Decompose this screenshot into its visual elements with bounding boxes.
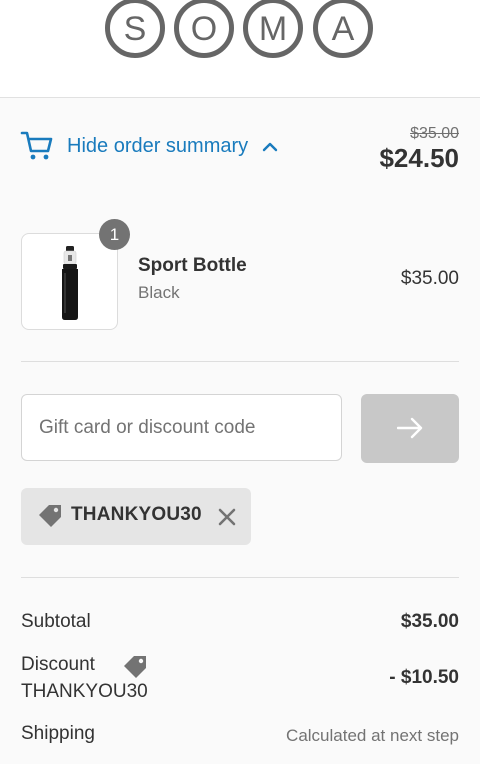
close-icon[interactable] xyxy=(217,507,237,527)
tag-icon xyxy=(39,505,61,527)
subtotal-label: Subtotal xyxy=(21,611,91,632)
subtotal-value: $35.00 xyxy=(400,611,459,632)
chevron-up-icon xyxy=(262,142,278,152)
site-header: S O M A xyxy=(0,0,480,98)
order-summary-panel: 1 Sport Bottle Black $35.00 THANKYOU30 S… xyxy=(0,201,480,764)
discount-label: Discount xyxy=(21,654,95,675)
arrow-right-icon xyxy=(397,417,423,439)
cart-icon xyxy=(20,131,53,160)
logo-letter-m: M xyxy=(259,10,287,48)
shipping-value: Calculated at next step xyxy=(286,726,459,745)
divider xyxy=(21,577,459,578)
logo-letter-a: A xyxy=(332,10,355,48)
tag-icon xyxy=(124,656,146,678)
original-price: $35.00 xyxy=(410,125,459,142)
product-thumbnail xyxy=(21,233,118,330)
order-summary-toggle[interactable]: Hide order summary $35.00 $24.50 xyxy=(0,98,480,202)
product-price: $35.00 xyxy=(400,268,459,289)
logo-letter-o: O xyxy=(191,10,217,48)
quantity-badge: 1 xyxy=(99,219,130,250)
shipping-label: Shipping xyxy=(21,723,95,744)
discount-value: - $10.50 xyxy=(389,667,459,688)
total-price: $24.50 xyxy=(379,143,459,173)
applied-code-text: THANKYOU30 xyxy=(71,504,202,525)
soma-logo[interactable]: S O M A xyxy=(105,0,375,60)
apply-discount-button[interactable] xyxy=(361,394,459,463)
logo-letter-s: S xyxy=(124,10,147,48)
discount-code-label: THANKYOU30 xyxy=(21,681,148,702)
product-name: Sport Bottle xyxy=(138,255,247,276)
toggle-summary-label[interactable]: Hide order summary xyxy=(67,135,248,158)
product-variant: Black xyxy=(138,283,180,302)
divider xyxy=(21,361,459,362)
bottle-image xyxy=(62,246,78,320)
discount-code-input[interactable] xyxy=(21,394,342,461)
applied-discount-tag: THANKYOU30 xyxy=(21,488,251,545)
